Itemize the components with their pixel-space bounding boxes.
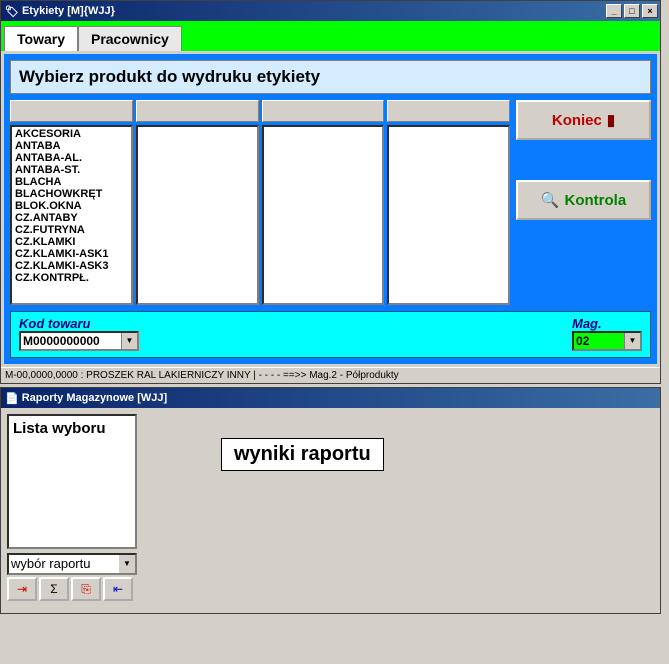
- chevron-down-icon[interactable]: ▼: [121, 333, 137, 349]
- kod-towaru-input[interactable]: [21, 333, 121, 349]
- titlebar-raporty: 📄 Raporty Magazynowe [WJJ]: [1, 388, 660, 408]
- list-item[interactable]: CZ.ANTABY: [13, 212, 130, 224]
- category-listbox[interactable]: AKCESORIAANTABAANTABA-AL.ANTABA-ST.BLACH…: [10, 125, 133, 305]
- listbox-2[interactable]: [136, 125, 259, 305]
- sigma-icon[interactable]: Σ: [39, 577, 69, 601]
- tab-pracownicy[interactable]: Pracownicy: [78, 26, 182, 51]
- kod-towaru-label: Kod towaru: [19, 316, 139, 331]
- instruction-text: Wybierz produkt do wydruku etykiety: [10, 60, 651, 94]
- list-item[interactable]: BLACHOWKRĘT: [13, 188, 130, 200]
- tab-bar: Towary Pracownicy: [1, 21, 660, 51]
- list-item[interactable]: ANTABA-ST.: [13, 164, 130, 176]
- inspect-icon: 🔍: [541, 191, 560, 209]
- koniec-label: Koniec: [552, 112, 602, 129]
- list-item[interactable]: CZ.KLAMKI-ASK1: [13, 248, 130, 260]
- chevron-down-icon[interactable]: ▼: [624, 333, 640, 349]
- report-toolbar: ⇥ Σ ⎘ ⇤: [7, 577, 137, 601]
- col-header-1: [10, 100, 133, 122]
- titlebar-etykiety: 🏷 Etykiety [M]{WJJ} _ □ ×: [1, 1, 660, 21]
- list-item[interactable]: ANTABA: [13, 140, 130, 152]
- kontrola-label: Kontrola: [565, 192, 627, 209]
- status-bar: M-00,0000,0000 : PROSZEK RAL LAKIERNICZY…: [1, 367, 660, 383]
- window-title-2: Raporty Magazynowe [WJJ]: [22, 392, 658, 404]
- add-col-icon[interactable]: ⇤: [103, 577, 133, 601]
- wyniki-raportu-label: wyniki raportu: [221, 438, 384, 471]
- mag-label: Mag.: [572, 316, 642, 331]
- col-header-4: [387, 100, 510, 122]
- list-item[interactable]: CZ.KLAMKI: [13, 236, 130, 248]
- minimize-button[interactable]: _: [606, 4, 622, 18]
- list-item[interactable]: CZ.KLAMKI-ASK3: [13, 260, 130, 272]
- col-header-3: [262, 100, 385, 122]
- app-icon: 🏷: [5, 5, 19, 18]
- listbox-3[interactable]: [262, 125, 385, 305]
- close-button[interactable]: ×: [642, 4, 658, 18]
- maximize-button[interactable]: □: [624, 4, 640, 18]
- list-item[interactable]: BLACHA: [13, 176, 130, 188]
- window-title: Etykiety [M]{WJJ}: [22, 5, 606, 17]
- list-item[interactable]: CZ.KONTRPŁ.: [13, 272, 130, 284]
- add-row-icon[interactable]: ⇥: [7, 577, 37, 601]
- kontrola-button[interactable]: 🔍 Kontrola: [516, 180, 651, 220]
- lista-wyboru-panel: Lista wyboru: [7, 414, 137, 549]
- list-item[interactable]: BLOK.OKNA: [13, 200, 130, 212]
- listbox-4[interactable]: [387, 125, 510, 305]
- list-item[interactable]: CZ.FUTRYNA: [13, 224, 130, 236]
- kod-towaru-combo[interactable]: ▼: [19, 331, 139, 351]
- wybor-raportu-text: wybór raportu: [9, 555, 119, 573]
- koniec-button[interactable]: Koniec ▮: [516, 100, 651, 140]
- mag-combo[interactable]: ▼: [572, 331, 642, 351]
- exit-icon: ▮: [607, 111, 615, 129]
- app-icon: 📄: [5, 392, 19, 405]
- wybor-raportu-combo[interactable]: wybór raportu ▼: [7, 553, 137, 575]
- list-item[interactable]: ANTABA-AL.: [13, 152, 130, 164]
- chevron-down-icon[interactable]: ▼: [119, 555, 135, 573]
- panel-header: Lista wyboru: [11, 418, 133, 439]
- mag-input[interactable]: [574, 333, 624, 349]
- tab-towary[interactable]: Towary: [4, 26, 78, 51]
- export-icon[interactable]: ⎘: [71, 577, 101, 601]
- col-header-2: [136, 100, 259, 122]
- list-item[interactable]: AKCESORIA: [13, 128, 130, 140]
